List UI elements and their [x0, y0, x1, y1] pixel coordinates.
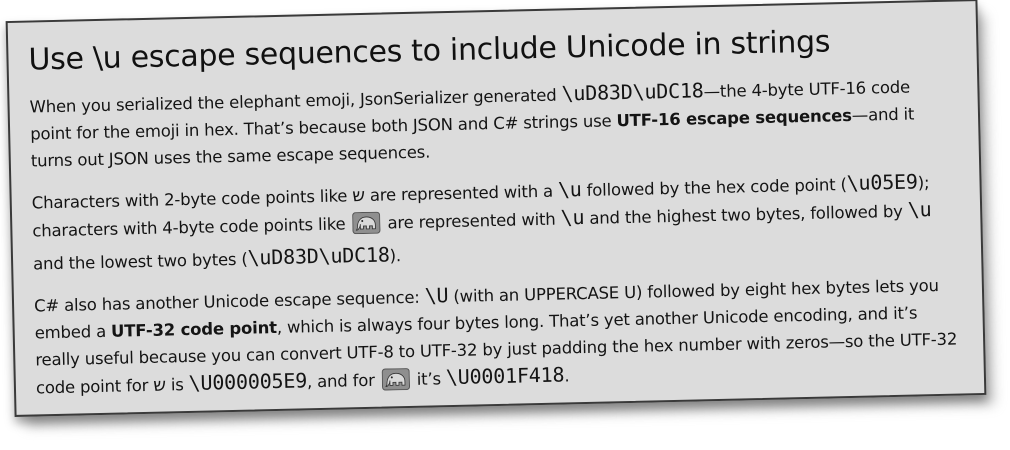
p3-text-7: . [564, 366, 570, 386]
p3-text-4: is [165, 375, 189, 395]
p2-text-2: are represented with a [364, 181, 559, 205]
p2-code-3: \u [560, 205, 585, 230]
p2-code-2: \u05E9 [846, 169, 918, 196]
p2-text-8: ). [389, 246, 402, 266]
p3-text-6: it’s [411, 369, 447, 389]
paragraph-2: Characters with 2-byte code points like … [31, 168, 959, 278]
elephant-emoji-icon [352, 211, 381, 243]
p3-code-1: \U [424, 283, 449, 308]
stage: Use \u escape sequences to include Unico… [0, 0, 1010, 450]
p2-code-5: \uD83D\uDC18 [247, 242, 390, 270]
p3-shin-glyph: ש [152, 374, 167, 396]
p3-text-1: C# also has another Unicode escape seque… [33, 287, 425, 316]
note-card: Use \u escape sequences to include Unico… [5, 0, 987, 417]
p2-code-1: \u [557, 177, 582, 202]
p3-text-5: , and for [306, 370, 380, 392]
p2-text-7: and the lowest two bytes ( [32, 249, 248, 274]
p2-text-1: Characters with 2-byte code points like [31, 186, 353, 213]
p1-text-1: When you serialized the elephant emoji, … [29, 85, 562, 117]
p3-code-2: \U000005E9 [188, 368, 308, 396]
p1-code-1: \uD83D\uDC18 [561, 78, 704, 106]
paragraph-3: C# also has another Unicode escape seque… [34, 270, 962, 406]
p2-text-5: are represented with [382, 209, 561, 233]
paragraph-1: When you serialized the elephant emoji, … [29, 72, 957, 175]
p2-text-6: and the highest two bytes, followed by [584, 201, 909, 228]
p2-shin-glyph: ש [352, 184, 366, 207]
p1-bold-1: UTF-16 escape sequences [616, 105, 852, 131]
p3-bold-1: UTF-32 code point [110, 318, 278, 341]
p3-code-3: \U0001F418 [445, 362, 565, 390]
elephant-emoji-icon [381, 368, 410, 399]
card-title: Use \u escape sequences to include Unico… [28, 24, 831, 78]
p2-code-4: \u [907, 197, 932, 222]
p2-text-3: followed by the hex code point ( [581, 175, 847, 201]
